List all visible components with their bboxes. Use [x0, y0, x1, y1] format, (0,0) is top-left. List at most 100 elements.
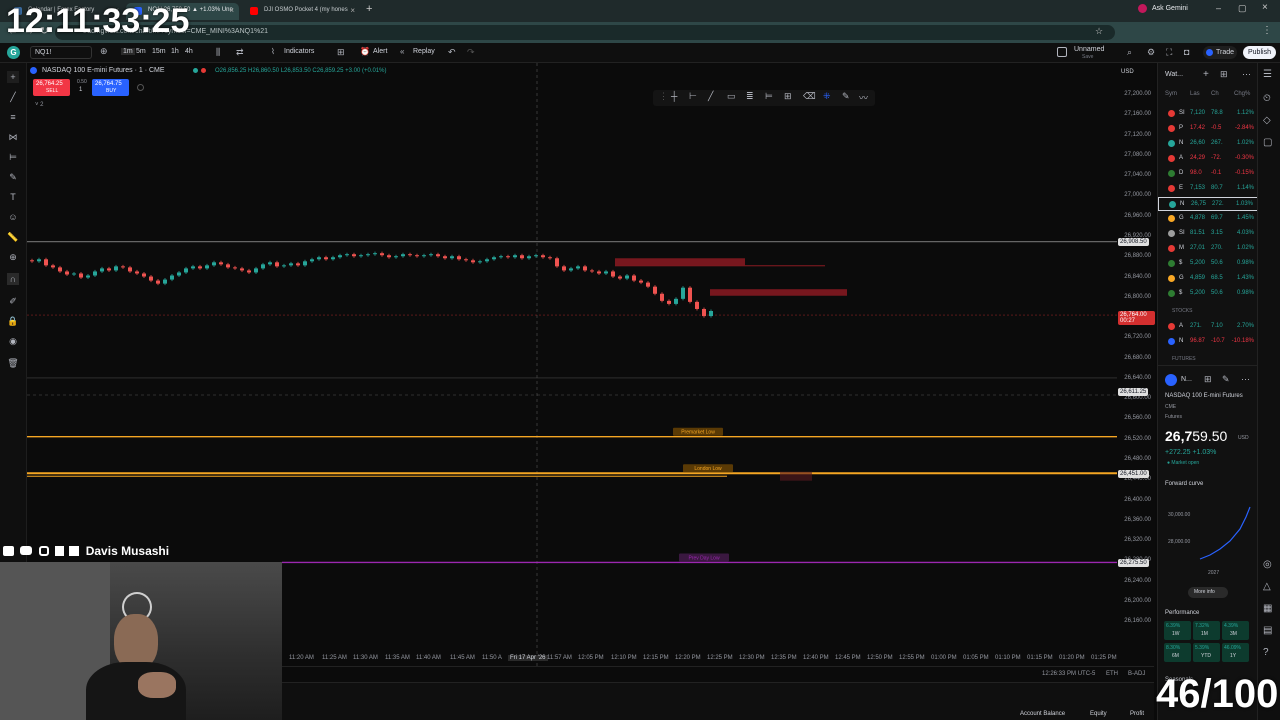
undo-icon[interactable]: ↶: [448, 47, 456, 58]
watchlist-row[interactable]: N 26,75 272. 1.03%: [1158, 197, 1258, 211]
tab-youtube[interactable]: DJI OSMO Pocket 4 (my hones ×: [242, 3, 360, 20]
maximize-icon[interactable]: ▢: [1238, 3, 1247, 14]
text-tool-icon[interactable]: T: [7, 191, 19, 203]
chat-icon[interactable]: ▢: [1263, 137, 1272, 148]
close-icon[interactable]: ×: [350, 6, 355, 15]
calendar-icon[interactable]: ▤: [1263, 625, 1272, 636]
layers-icon[interactable]: ◇: [1263, 115, 1271, 126]
trend-line-icon[interactable]: ╱: [708, 91, 713, 102]
indicator-count[interactable]: ˅ 2: [35, 102, 44, 108]
ruler-tool-icon[interactable]: 📏: [7, 231, 19, 243]
replay-button[interactable]: Replay: [413, 48, 435, 55]
price-axis[interactable]: USD 27,200.00 27,160.00 27,120.00 27,080.00…: [1117, 63, 1155, 668]
col-symbol[interactable]: Sym: [1165, 91, 1177, 97]
pencil-lock-icon[interactable]: ✐: [7, 295, 19, 307]
watchlist-row[interactable]: D 98.0 -0.1 -0.15%: [1158, 167, 1258, 181]
watchlist-row[interactable]: G 4,859 68.5 1.43%: [1158, 272, 1258, 286]
col-change[interactable]: Ch: [1211, 91, 1219, 97]
templates-icon[interactable]: ⊞: [337, 47, 345, 58]
visibility-icon[interactable]: ◉: [7, 335, 19, 347]
adjustment-label[interactable]: B-ADJ: [1128, 671, 1145, 677]
watchlist-row[interactable]: A 24,29 -72. -0.30%: [1158, 152, 1258, 166]
drag-handle-icon[interactable]: ⋮: [659, 91, 668, 102]
magnet-tool-icon[interactable]: ∩: [7, 273, 19, 285]
lock-icon[interactable]: 🔒: [7, 315, 19, 327]
watchlist-row[interactable]: G 4,878 69.7 1.45%: [1158, 212, 1258, 226]
close-icon[interactable]: ×: [229, 6, 234, 15]
trade-button[interactable]: Trade: [1203, 46, 1237, 59]
layout-grid-icon[interactable]: ⊞: [1220, 69, 1228, 80]
more-icon[interactable]: ⋯: [1241, 374, 1250, 385]
camera-icon[interactable]: ◘: [1184, 47, 1189, 57]
horizontal-line-icon[interactable]: ⊢: [689, 91, 697, 102]
target-icon[interactable]: ◎: [1263, 559, 1272, 570]
browser-menu-icon[interactable]: ⋮: [1262, 25, 1272, 36]
url-input[interactable]: tradingview.com/chart/.../?symbol=CME_MI…: [55, 25, 1115, 40]
watchlist-row[interactable]: $5,200 50.6 0.98%: [1158, 257, 1258, 271]
brush-icon[interactable]: ✎: [842, 91, 850, 102]
watchlist-row[interactable]: SI 7,120 78.8 1.12%: [1158, 107, 1258, 121]
ask-gemini-button[interactable]: Ask Gemini: [1152, 5, 1188, 12]
fib-extension-icon[interactable]: ⊨: [765, 91, 773, 102]
price-marker-label[interactable]: 26,611.25: [1118, 388, 1149, 397]
buy-button[interactable]: 26,764.75 BUY: [92, 79, 129, 96]
watchlist-row[interactable]: N 26,60 267. 1.02%: [1158, 137, 1258, 151]
watchlist-row[interactable]: $5,200 50.6 0.98%: [1158, 287, 1258, 301]
grid-icon[interactable]: ⊞: [784, 91, 792, 102]
fib-retracement-icon[interactable]: ≣: [746, 91, 754, 102]
zoom-tool-icon[interactable]: ⊕: [7, 251, 19, 263]
watchlist-row[interactable]: E 7,153 80.7 1.14%: [1158, 182, 1258, 196]
help-icon[interactable]: ?: [1263, 647, 1269, 658]
crosshair-tool-icon[interactable]: +: [7, 71, 19, 83]
price-marker-label[interactable]: 26,908.50: [1118, 237, 1149, 246]
publish-button[interactable]: Publish: [1243, 46, 1276, 59]
timezone-label[interactable]: 12:26:33 PM UTC-5: [1042, 671, 1095, 677]
sell-button[interactable]: 26,764.25 SELL: [33, 79, 70, 96]
crosshair-icon[interactable]: ⁜: [823, 91, 831, 102]
edit-icon[interactable]: ✎: [1222, 374, 1230, 385]
currency-label[interactable]: USD: [1121, 69, 1134, 75]
search-icon[interactable]: ⌕: [1127, 47, 1132, 58]
interval-15m[interactable]: 15m: [152, 48, 166, 55]
watchlist-row[interactable]: M 27,01 270. 1.02%: [1158, 242, 1258, 256]
watchlist-row[interactable]: SI 81.51 3.15 4.03%: [1158, 227, 1258, 241]
settings-gear-icon[interactable]: ⚙: [1147, 47, 1155, 58]
symbol-search-input[interactable]: NQ1!: [30, 46, 92, 59]
trend-line-tool-icon[interactable]: ╱: [7, 91, 19, 103]
details-symbol[interactable]: N...: [1181, 376, 1192, 383]
watchlist-row[interactable]: A 271. 7.10 2.70%: [1158, 320, 1258, 334]
eraser-icon[interactable]: ⌫: [803, 91, 816, 102]
brush-tool-icon[interactable]: ✎: [7, 171, 19, 183]
watchlist-title[interactable]: Wat...: [1165, 71, 1183, 78]
emoji-tool-icon[interactable]: ☺: [7, 211, 19, 223]
more-icon[interactable]: ⋯: [1242, 69, 1251, 80]
layout-icon[interactable]: [1057, 47, 1067, 57]
bookmark-star-icon[interactable]: ☆: [1095, 26, 1103, 37]
horizontal-ray-icon[interactable]: ┼: [671, 91, 677, 101]
interval-1m[interactable]: 1m: [121, 48, 135, 55]
price-marker-label[interactable]: 26,451.00: [1118, 469, 1149, 478]
layout-name[interactable]: Unnamed: [1074, 46, 1104, 53]
interval-1h[interactable]: 1h: [171, 48, 179, 55]
minimize-icon[interactable]: –: [1216, 3, 1221, 13]
warning-icon[interactable]: △: [1263, 581, 1271, 592]
price-marker-label[interactable]: 26,275.50: [1118, 558, 1149, 567]
add-symbol-icon[interactable]: ⊕: [100, 46, 108, 57]
more-info-button[interactable]: More info: [1188, 587, 1228, 598]
watchlist-icon[interactable]: ☰: [1263, 69, 1272, 80]
projection-tool-icon[interactable]: ⊨: [7, 151, 19, 163]
compare-icon[interactable]: ⇄: [236, 47, 244, 58]
order-quantity[interactable]: 1: [79, 87, 82, 93]
legend-title[interactable]: NASDAQ 100 E-mini Futures · 1 · CME: [42, 67, 165, 74]
alert-button[interactable]: Alert: [373, 48, 387, 55]
alerts-icon[interactable]: ⏲: [1263, 93, 1271, 104]
fullscreen-icon[interactable]: ⛶: [1166, 47, 1172, 58]
candle-type-icon[interactable]: ⫼: [216, 47, 220, 58]
interval-5m[interactable]: 5m: [136, 48, 146, 55]
watchlist-row[interactable]: P 17.42 -0.5 -2.84%: [1158, 122, 1258, 136]
section-stocks[interactable]: STOCKS: [1172, 308, 1192, 314]
grid-icon[interactable]: ⊞: [1204, 374, 1212, 385]
col-change-pct[interactable]: Chg%: [1234, 91, 1250, 97]
profile-avatar[interactable]: [1138, 4, 1147, 13]
price-marker-label[interactable]: 26,764.00 00:27: [1118, 311, 1155, 326]
